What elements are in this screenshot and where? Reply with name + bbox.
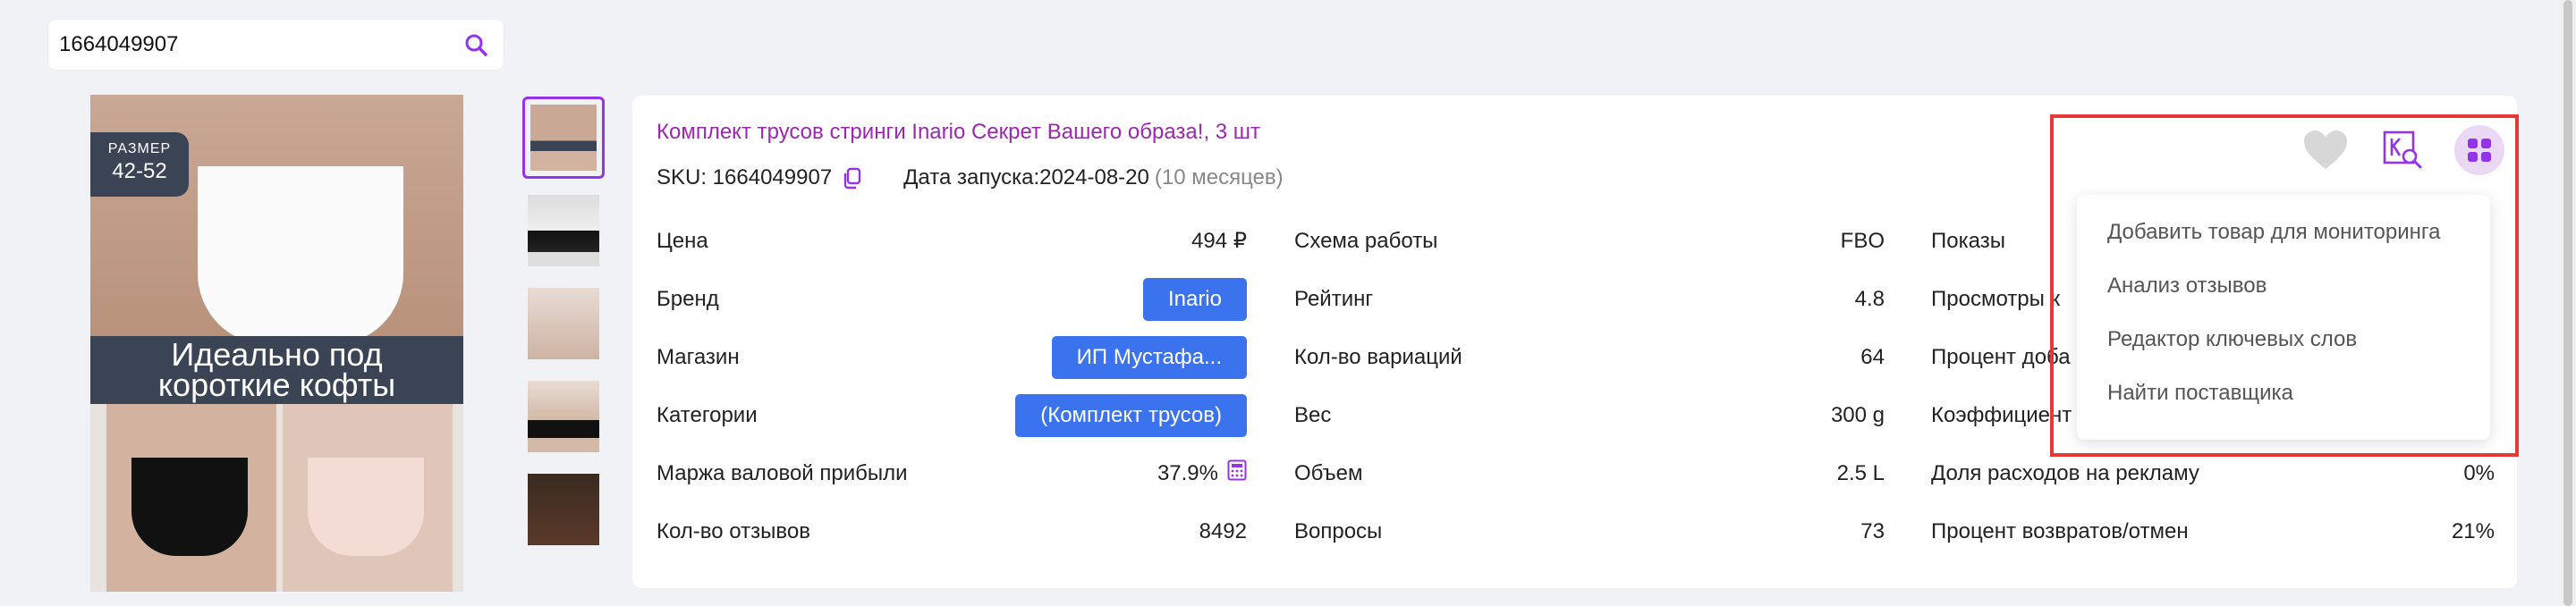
info-row: Процент возвратов/отмен 21%: [1931, 502, 2495, 560]
apps-menu-icon[interactable]: [2454, 125, 2504, 175]
photo-bottom-left: [106, 404, 276, 592]
row-label: Схема работы: [1294, 228, 1438, 253]
photo-beige-garment: [308, 458, 424, 556]
row-label: Доля расходов на рекламу: [1931, 460, 2199, 485]
row-value: 8492: [1199, 518, 1247, 543]
sku-line: SKU: 1664049907 Дата запуска:2024-08-20 …: [657, 165, 1284, 190]
calculator-icon[interactable]: [1227, 459, 1247, 487]
row-value: FBO: [1840, 228, 1885, 253]
row-value: 73: [1860, 518, 1885, 543]
search-input[interactable]: [57, 31, 462, 58]
heart-icon[interactable]: [2301, 125, 2351, 175]
row-value: 300 g: [1830, 402, 1885, 427]
row-value: 494 ₽: [1191, 229, 1247, 253]
product-title[interactable]: Комплект трусов стринги Inario Секрет Ва…: [657, 120, 1260, 145]
card-actions: [2301, 125, 2504, 175]
category-button[interactable]: (Комплект трусов): [1015, 393, 1247, 437]
row-value: 2.5 L: [1836, 460, 1885, 485]
scrollbar-thumb[interactable]: [2563, 0, 2572, 606]
photo-black-garment: [131, 458, 248, 556]
row-label: Рейтинг: [1294, 286, 1374, 311]
launch-date: Дата запуска:2024-08-20: [903, 165, 1149, 189]
keyword-search-icon[interactable]: [2377, 125, 2428, 175]
thumbnail[interactable]: [522, 97, 605, 179]
info-row: Вес 300 g: [1294, 386, 1885, 444]
photo-garment: [198, 166, 403, 345]
row-label: Категории: [657, 402, 758, 427]
row-label: Бренд: [657, 286, 719, 311]
info-row-reviews: Кол-во отзывов 8492: [657, 502, 1247, 560]
size-label: РАЗМЕР: [107, 141, 172, 156]
row-value: 0%: [2463, 460, 2495, 485]
search-icon[interactable]: [462, 31, 489, 58]
info-row: Объем 2.5 L: [1294, 444, 1885, 502]
info-row-categories: Категории (Комплект трусов): [657, 386, 1247, 444]
row-label: Магазин: [657, 344, 740, 369]
row-value: 37.9%: [1157, 460, 1218, 485]
row-label: Объем: [1294, 460, 1363, 485]
sku-label: SKU: 1664049907: [657, 165, 833, 189]
row-label: Кол-во вариаций: [1294, 344, 1462, 369]
row-value: 21%: [2451, 518, 2495, 543]
store-button[interactable]: ИП Мустафа...: [1051, 335, 1247, 379]
product-main-image[interactable]: РАЗМЕР 42-52 Идеально под короткие кофты: [90, 95, 463, 592]
info-row: Рейтинг 4.8: [1294, 270, 1885, 328]
thumbnail[interactable]: [522, 189, 605, 272]
row-label: Кол-во отзывов: [657, 518, 810, 543]
scrollbar[interactable]: [2560, 0, 2576, 606]
row-label: Процент возвратов/отмен: [1931, 518, 2189, 543]
launch-age: (10 месяцев): [1154, 165, 1284, 189]
menu-item-find-supplier[interactable]: Найти поставщика: [2077, 366, 2490, 420]
menu-item-review-analysis[interactable]: Анализ отзывов: [2077, 259, 2490, 313]
brand-button[interactable]: Inario: [1142, 277, 1247, 321]
search-box[interactable]: [48, 20, 504, 70]
row-label: Вопросы: [1294, 518, 1383, 543]
row-label: Маржа валовой прибыли: [657, 460, 908, 485]
thumbnail[interactable]: [522, 282, 605, 365]
row-label: Показы: [1931, 228, 2005, 253]
info-row-price: Цена 494 ₽: [657, 212, 1247, 270]
menu-item-add-monitoring[interactable]: Добавить товар для мониторинга: [2077, 206, 2490, 259]
info-row-brand: Бренд Inario: [657, 270, 1247, 328]
info-row-margin: Маржа валовой прибыли 37.9%: [657, 444, 1247, 502]
photo-bottom-right: [283, 404, 453, 592]
thumbnail-list: [519, 97, 608, 561]
copy-icon[interactable]: [841, 166, 864, 189]
thumbnail[interactable]: [522, 375, 605, 458]
row-value: 64: [1860, 344, 1885, 369]
thumbnail[interactable]: [522, 468, 605, 551]
menu-item-keyword-editor[interactable]: Редактор ключевых слов: [2077, 313, 2490, 366]
size-range: 42-52: [112, 159, 167, 183]
info-column-2: Схема работы FBO Рейтинг 4.8 Кол-во вариац…: [1294, 212, 1885, 560]
row-label: Цена: [657, 228, 708, 253]
info-column-1: Цена 494 ₽ Бренд Inario Магазин ИП Муста…: [657, 212, 1247, 560]
info-row: Кол-во вариаций 64: [1294, 328, 1885, 386]
info-row-store: Магазин ИП Мустафа...: [657, 328, 1247, 386]
actions-dropdown: Добавить товар для мониторинга Анализ от…: [2077, 195, 2490, 440]
image-banner: Идеально под короткие кофты: [90, 336, 463, 404]
info-row: Схема работы FBO: [1294, 212, 1885, 270]
row-label: Вес: [1294, 402, 1332, 427]
row-value: 4.8: [1854, 286, 1885, 311]
size-badge: РАЗМЕР 42-52: [90, 132, 189, 197]
info-row: Вопросы 73: [1294, 502, 1885, 560]
row-label: Просмотры к: [1931, 286, 2061, 311]
